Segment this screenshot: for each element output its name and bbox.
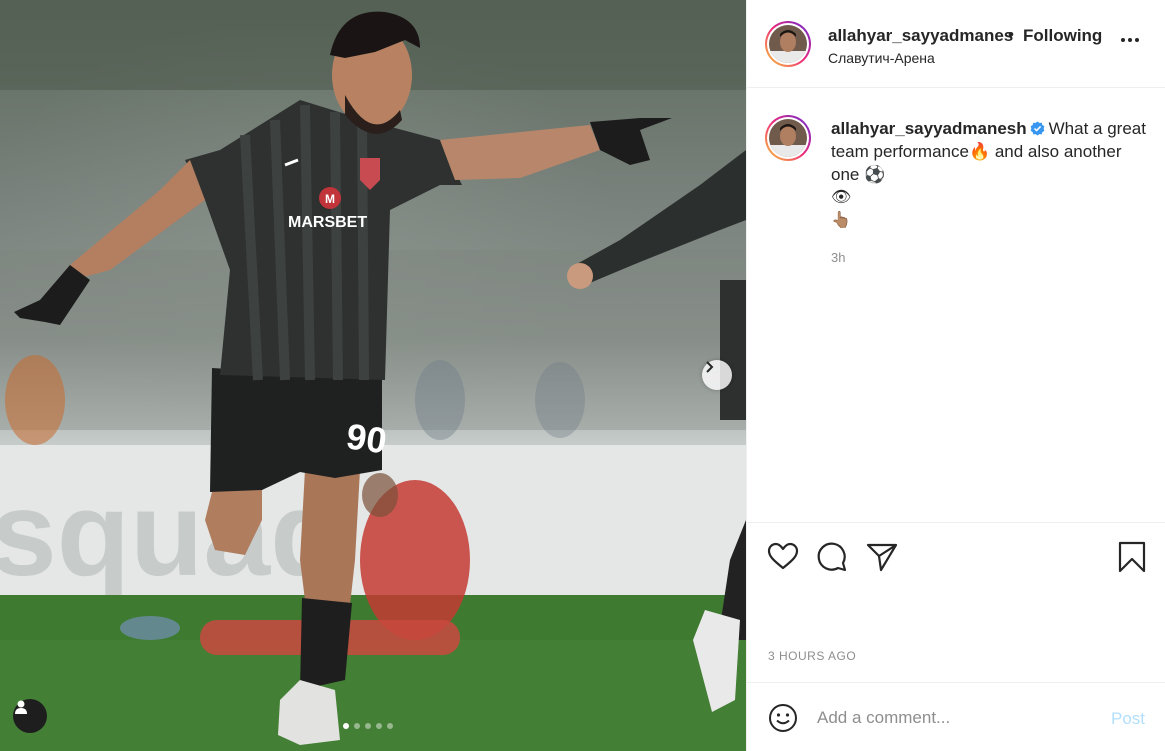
pointing-up-emoji: 👆🏽 [831, 212, 851, 229]
caption-time[interactable]: 3h [831, 250, 845, 265]
caption-avatar[interactable] [765, 115, 811, 161]
soccer-ball-emoji: ⚽ [864, 165, 886, 184]
profile-picture [769, 119, 807, 157]
profile-picture [769, 25, 807, 63]
comment-bar: Post [747, 682, 1165, 751]
photo-scene: squad 90 M MARSBET [0, 0, 746, 751]
tagged-users-button[interactable] [13, 699, 47, 733]
jersey-sponsor-text: MARSBET [288, 214, 367, 231]
slide-dot [365, 723, 371, 729]
location-link[interactable]: Славутич-Арена [828, 50, 935, 66]
emoji-icon[interactable] [768, 703, 798, 733]
slide-dot-active [343, 723, 349, 729]
slide-dot [387, 723, 393, 729]
more-options-button[interactable] [1121, 34, 1139, 46]
header-separator: • [1008, 25, 1014, 44]
post-caption: allahyar_sayyadmanesh What a great team … [831, 117, 1151, 232]
ad-board-text: squad [0, 467, 343, 601]
share-icon[interactable] [866, 541, 898, 573]
slide-dot [354, 723, 360, 729]
more-dot-icon [1128, 38, 1132, 42]
post-comment-button[interactable]: Post [1111, 709, 1145, 729]
chevron-right-icon [706, 361, 714, 373]
user-icon [15, 700, 27, 714]
eye-emoji: 👁 [831, 189, 852, 206]
post-header: allahyar_sayyadmanes • Following Славути… [747, 0, 1165, 88]
post-sidebar: allahyar_sayyadmanes • Following Славути… [746, 0, 1165, 751]
post-photo[interactable]: squad 90 M MARSBET [0, 0, 746, 751]
jersey-number: 90 [344, 415, 389, 461]
following-button[interactable]: Following [1023, 26, 1102, 46]
sponsor-badge-letter: M [325, 192, 335, 206]
slide-indicator [343, 723, 393, 729]
header-avatar[interactable] [765, 21, 811, 67]
verified-badge-icon [1030, 121, 1044, 136]
fire-emoji: 🔥 [968, 142, 991, 161]
caption-username[interactable]: allahyar_sayyadmanesh [831, 119, 1027, 138]
heart-icon[interactable] [767, 541, 799, 573]
comment-input[interactable] [817, 703, 1097, 733]
bookmark-icon[interactable] [1117, 541, 1147, 573]
next-slide-button[interactable] [702, 360, 732, 390]
slide-dot [376, 723, 382, 729]
comment-icon[interactable] [816, 541, 848, 573]
header-username[interactable]: allahyar_sayyadmanes [828, 26, 1013, 46]
post-actions: 3 HOURS AGO [747, 522, 1165, 682]
more-dot-icon [1135, 38, 1139, 42]
post-timestamp[interactable]: 3 HOURS AGO [768, 649, 856, 663]
more-dot-icon [1121, 38, 1125, 42]
